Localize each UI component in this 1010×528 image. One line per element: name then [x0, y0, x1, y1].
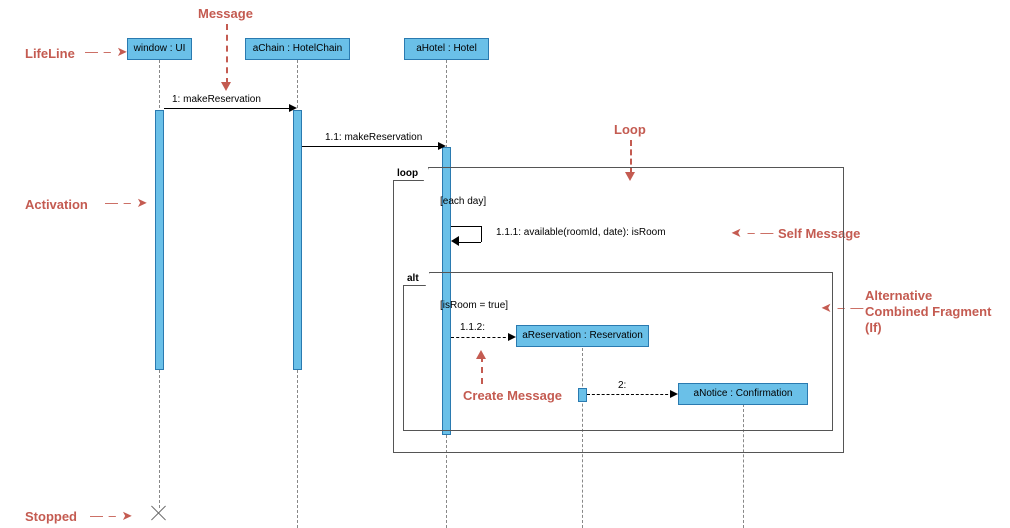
create-msg-2-label: 2:	[618, 380, 626, 391]
message-1-line	[164, 108, 292, 109]
lifeline-ui: window : UI	[127, 38, 192, 60]
lifeline-confirmation: aNotice : Confirmation	[678, 383, 808, 405]
annotation-activation-arrow: — – ➤	[105, 195, 148, 211]
alt-tag: alt	[403, 272, 430, 286]
annotation-activation: Activation	[25, 197, 88, 212]
annotation-stopped-arrow: — – ➤	[90, 508, 133, 524]
self-msg-top	[451, 226, 481, 227]
activation-ui	[155, 110, 164, 370]
activation-chain	[293, 110, 302, 370]
annotation-message: Message	[198, 6, 253, 21]
annotation-lifeline: LifeLine	[25, 46, 75, 61]
lifeline-hotel: aHotel : Hotel	[404, 38, 489, 60]
create-msg-112-line	[451, 337, 511, 338]
arrow-head	[670, 390, 678, 398]
text: Alternative	[865, 288, 932, 303]
self-msg-down	[481, 226, 482, 242]
text: (If)	[865, 320, 882, 335]
self-msg-head	[451, 236, 459, 246]
fragment-alt: alt	[403, 272, 833, 431]
annotation-lifeline-arrow: — – ➤	[85, 44, 128, 60]
loop-guard: [each day]	[440, 196, 486, 207]
arrow-head	[221, 82, 231, 91]
annotation-alt: Alternative Combined Fragment (If)	[865, 288, 991, 336]
annotation-message-arrow	[226, 24, 228, 84]
annotation-loop: Loop	[614, 122, 646, 137]
lifeline-reservation: aReservation : Reservation	[516, 325, 649, 347]
lifeline-chain: aChain : HotelChain	[245, 38, 350, 60]
alt-guard: [isRoom = true]	[440, 300, 508, 311]
self-msg-label: 1.1.1: available(roomId, date): isRoom	[496, 227, 666, 238]
sequence-diagram: { "annotations": { "message": "Message",…	[0, 0, 1010, 528]
arrow-head	[508, 333, 516, 341]
loop-tag: loop	[393, 167, 429, 181]
create-msg-112-label: 1.1.2:	[460, 322, 485, 333]
arrow-head	[289, 104, 297, 112]
stop-icon	[151, 505, 167, 521]
arrow-head	[438, 142, 446, 150]
message-11-label: 1.1: makeReservation	[325, 132, 422, 143]
annotation-stopped: Stopped	[25, 509, 77, 524]
create-msg-2-line	[587, 394, 673, 395]
message-1-label: 1: makeReservation	[172, 94, 261, 105]
text: Combined Fragment	[865, 304, 991, 319]
message-11-line	[302, 146, 442, 147]
